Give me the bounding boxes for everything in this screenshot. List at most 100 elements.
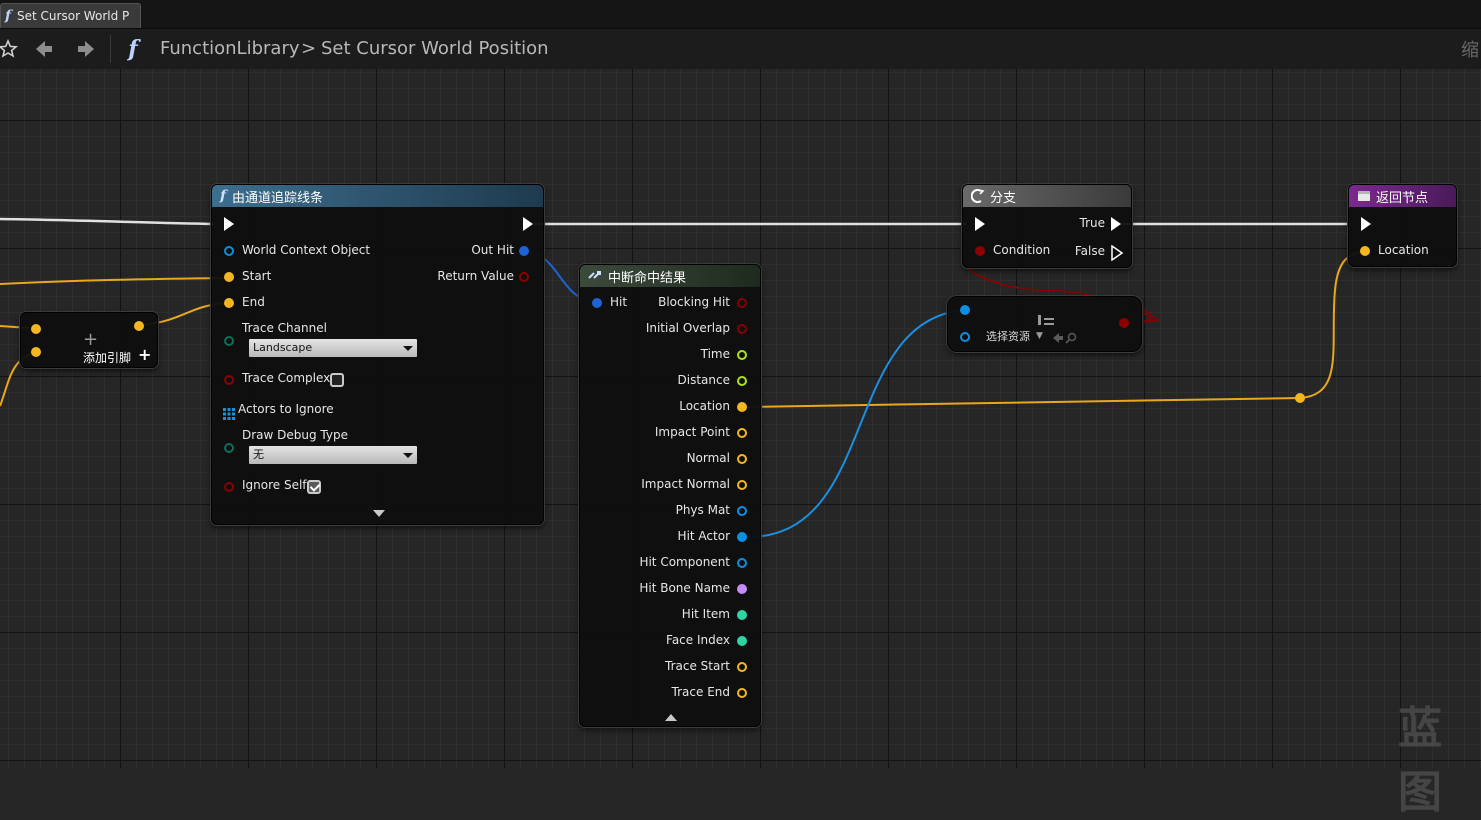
expand-arrow-icon[interactable] (373, 510, 385, 517)
search-icon[interactable] (1065, 329, 1077, 348)
return-node[interactable]: 返回节点 Location (1348, 184, 1457, 267)
branch-title: 分支 (990, 190, 1017, 206)
time-pin[interactable] (737, 350, 747, 360)
add-pin-label[interactable]: 添加引脚 (83, 349, 131, 366)
out-hit-label: Out Hit (471, 243, 514, 257)
function-icon: f (220, 188, 227, 204)
location-label: Location (679, 399, 730, 413)
exec-input-pin[interactable] (224, 217, 234, 231)
trace-end-label: Trace End (671, 685, 730, 699)
draw-debug-pin[interactable] (224, 443, 234, 453)
ignore-self-pin[interactable] (224, 482, 234, 492)
trace-channel-pin[interactable] (224, 336, 234, 346)
select-asset-label[interactable]: 选择资源 (986, 328, 1030, 344)
trace-end-pin[interactable] (737, 688, 747, 698)
hit-component-pin[interactable] (737, 558, 747, 568)
array-output-pin[interactable] (134, 321, 144, 331)
impact-point-label: Impact Point (654, 425, 730, 439)
time-label: Time (700, 347, 730, 361)
ignore-self-label: Ignore Self (242, 478, 307, 492)
true-exec-pin[interactable] (1111, 217, 1121, 231)
object-wire (744, 309, 966, 539)
chevron-down-icon (403, 346, 413, 351)
graph-watermark: 蓝图 (1398, 703, 1442, 818)
trace-complex-checkbox[interactable] (330, 373, 344, 387)
return-value-label: Return Value (437, 269, 514, 283)
line-trace-node[interactable]: f 由通道追踪线条 World Context Object Start End… (211, 184, 544, 525)
start-pin[interactable] (224, 272, 234, 282)
exec-output-pin[interactable] (523, 217, 533, 231)
blocking-hit-pin[interactable] (737, 298, 747, 308)
asset-input-pin[interactable] (960, 332, 970, 342)
is-valid-node[interactable]: 选择资源 ▼ (947, 296, 1142, 352)
impact-normal-pin[interactable] (737, 480, 747, 490)
draw-debug-dropdown[interactable]: 无 (248, 445, 418, 465)
vector-wire (1299, 251, 1364, 399)
branch-header: 分支 (963, 185, 1131, 207)
true-label: True (1079, 216, 1106, 230)
end-label: End (242, 295, 265, 309)
collapse-arrow-icon[interactable] (665, 714, 677, 721)
break-hit-title: 中断命中结果 (608, 270, 687, 286)
hit-actor-label: Hit Actor (677, 529, 730, 543)
branch-node[interactable]: 分支 Condition True False (962, 184, 1132, 268)
blocking-hit-label: Blocking Hit (658, 295, 730, 309)
initial-overlap-label: Initial Overlap (645, 321, 730, 335)
world-context-pin[interactable] (224, 246, 234, 256)
location-input-pin[interactable] (1360, 246, 1370, 256)
break-hit-header: 中断命中结果 (580, 265, 760, 287)
draw-debug-value: 无 (253, 448, 264, 461)
end-pin[interactable] (224, 298, 234, 308)
exec-input-pin[interactable] (1361, 217, 1371, 231)
world-context-label: World Context Object (242, 243, 371, 257)
hit-bone-name-label: Hit Bone Name (639, 581, 730, 595)
line-trace-title: 由通道追踪线条 (232, 190, 324, 206)
ignore-self-checkbox[interactable] (307, 480, 321, 494)
impact-point-pin[interactable] (737, 428, 747, 438)
trace-channel-label: Trace Channel (242, 321, 327, 335)
line-trace-header: f 由通道追踪线条 (212, 185, 543, 207)
array-input-pin-0[interactable] (31, 324, 41, 334)
out-hit-pin[interactable] (519, 246, 529, 256)
normal-label: Normal (686, 451, 730, 465)
phys-mat-label: Phys Mat (675, 503, 730, 517)
trace-channel-dropdown[interactable]: Landscape (248, 338, 418, 358)
vector-wire (0, 277, 227, 285)
plus-icon: + (83, 329, 99, 350)
array-grid-icon[interactable] (223, 405, 235, 420)
return-title: 返回节点 (1376, 190, 1429, 206)
distance-label: Distance (677, 373, 730, 387)
hit-component-label: Hit Component (639, 555, 730, 569)
false-exec-pin[interactable] (1111, 244, 1124, 265)
hit-actor-pin[interactable] (737, 532, 747, 542)
condition-pin[interactable] (975, 246, 985, 256)
location-label: Location (1378, 243, 1429, 257)
array-input-pin-1[interactable] (31, 347, 41, 357)
return-value-pin[interactable] (519, 272, 529, 282)
initial-overlap-pin[interactable] (737, 324, 747, 334)
vector-wire (745, 397, 1301, 408)
normal-pin[interactable] (737, 454, 747, 464)
draw-debug-label: Draw Debug Type (242, 428, 348, 442)
trace-complex-pin[interactable] (224, 375, 234, 385)
branch-icon (971, 189, 985, 203)
face-index-label: Face Index (666, 633, 730, 647)
make-array-node[interactable]: + 添加引脚 + (20, 312, 158, 368)
hit-bone-name-pin[interactable] (737, 584, 747, 594)
object-input-pin[interactable] (960, 305, 970, 315)
face-index-pin[interactable] (737, 636, 747, 646)
exec-wire (0, 217, 215, 226)
browse-arrow-icon[interactable] (1052, 329, 1064, 348)
trace-start-pin[interactable] (737, 662, 747, 672)
return-header: 返回节点 (1349, 185, 1456, 207)
add-pin-plus-icon[interactable]: + (138, 345, 151, 364)
exec-input-pin[interactable] (975, 217, 985, 231)
distance-pin[interactable] (737, 376, 747, 386)
break-hit-result-node[interactable]: 中断命中结果 Hit Blocking Hit Initial Overlap Ti… (579, 264, 761, 727)
start-label: Start (242, 269, 272, 283)
reroute-node (1295, 393, 1305, 403)
bool-output-pin[interactable] (1119, 318, 1129, 328)
phys-mat-pin[interactable] (737, 506, 747, 516)
location-pin[interactable] (737, 402, 747, 412)
hit-item-pin[interactable] (737, 610, 747, 620)
